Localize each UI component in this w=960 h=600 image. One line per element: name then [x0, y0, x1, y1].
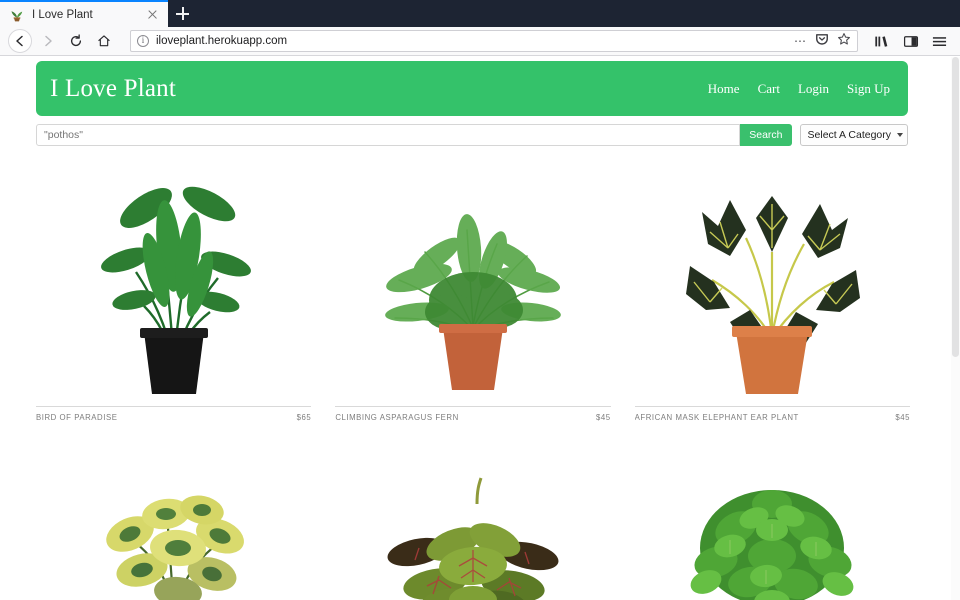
toolbar-right-actions: [864, 29, 953, 53]
hamburger-menu-icon: [932, 36, 947, 46]
navigation-toolbar: iloveplant.herokuapp.com ⋯: [0, 27, 960, 56]
sidebar-icon: [903, 35, 918, 47]
vertical-scrollbar[interactable]: [951, 57, 960, 600]
browser-tab-i-love-plant[interactable]: I Love Plant: [0, 0, 168, 27]
product-card[interactable]: AFRICAN MASK ELEPHANT EAR PLANT $45: [634, 160, 910, 422]
product-grid-row-2: [36, 470, 910, 600]
browser-window: I Love Plant i iloveplant.herokuapp.com …: [0, 0, 960, 600]
url-text[interactable]: iloveplant.herokuapp.com: [156, 35, 794, 47]
product-card[interactable]: BIRD OF PARADISE $65: [36, 160, 312, 422]
home-icon: [98, 35, 110, 47]
product-card[interactable]: [36, 470, 312, 600]
nav-link-login[interactable]: Login: [798, 81, 829, 97]
info-icon[interactable]: [137, 35, 149, 47]
back-arrow-icon: [16, 35, 23, 47]
ellipsis-icon[interactable]: ⋯: [794, 35, 807, 47]
row-spacer: [0, 422, 946, 456]
product-name: AFRICAN MASK ELEPHANT EAR PLANT: [634, 413, 799, 422]
product-card[interactable]: CLIMBING ASPARAGUS FERN $45: [335, 160, 611, 422]
product-caption: AFRICAN MASK ELEPHANT EAR PLANT $45: [634, 406, 910, 422]
nav-link-home[interactable]: Home: [708, 81, 740, 97]
bird-of-paradise-plant-image: [36, 160, 312, 398]
product-card[interactable]: [634, 470, 910, 600]
forward-arrow-icon: [45, 35, 52, 47]
scrollbar-thumb[interactable]: [952, 57, 959, 357]
bookmark-star-icon[interactable]: [837, 32, 851, 51]
sidebar-button[interactable]: [897, 29, 924, 53]
page-content: I Love Plant Home Cart Login Sign Up Sea…: [0, 61, 946, 600]
reload-icon: [70, 34, 82, 47]
url-bar[interactable]: iloveplant.herokuapp.com ⋯: [130, 30, 858, 52]
tab-title: I Love Plant: [32, 8, 93, 21]
hamburger-menu-button[interactable]: [926, 29, 953, 53]
back-button[interactable]: [7, 29, 35, 53]
product-name: BIRD OF PARADISE: [36, 413, 118, 422]
chevron-down-icon: [897, 133, 903, 137]
category-select-label: Select A Category: [807, 129, 891, 141]
search-button[interactable]: Search: [740, 124, 792, 146]
reload-button[interactable]: [63, 29, 91, 53]
forward-button[interactable]: [35, 29, 63, 53]
tab-strip: I Love Plant: [0, 0, 960, 27]
home-button[interactable]: [91, 29, 119, 53]
product-price: $65: [296, 413, 312, 422]
site-header: I Love Plant Home Cart Login Sign Up: [36, 61, 908, 116]
product-name: CLIMBING ASPARAGUS FERN: [335, 413, 459, 422]
african-mask-elephant-ear-plant-image: [634, 160, 910, 398]
site-brand[interactable]: I Love Plant: [50, 75, 176, 103]
search-input[interactable]: [36, 124, 741, 146]
product-caption: BIRD OF PARADISE $65: [36, 406, 312, 422]
nav-link-cart[interactable]: Cart: [758, 81, 780, 97]
seedling-icon: [9, 7, 25, 23]
prayer-plant-maranta-image: [335, 470, 611, 600]
library-icon: [874, 35, 887, 47]
new-tab-button[interactable]: [168, 0, 198, 27]
search-bar: Search Select A Category: [36, 124, 908, 146]
variegated-peperomia-plant-image: [36, 470, 312, 600]
product-caption: CLIMBING ASPARAGUS FERN $45: [335, 406, 611, 422]
page-viewport: I Love Plant Home Cart Login Sign Up Sea…: [0, 57, 960, 600]
site-navigation: Home Cart Login Sign Up: [708, 81, 890, 97]
category-select[interactable]: Select A Category: [799, 124, 908, 146]
product-grid-row-1: BIRD OF PARADISE $65 CLIMBING ASPARAGUS …: [36, 160, 910, 422]
close-icon[interactable]: [145, 7, 160, 22]
product-price: $45: [595, 413, 611, 422]
pocket-icon[interactable]: [815, 32, 829, 51]
product-price: $45: [895, 413, 910, 422]
product-card[interactable]: [335, 470, 611, 600]
library-button[interactable]: [868, 29, 895, 53]
nav-link-signup[interactable]: Sign Up: [847, 81, 890, 97]
climbing-asparagus-fern-plant-image: [335, 160, 611, 398]
golden-pothos-plant-image: [634, 470, 910, 600]
